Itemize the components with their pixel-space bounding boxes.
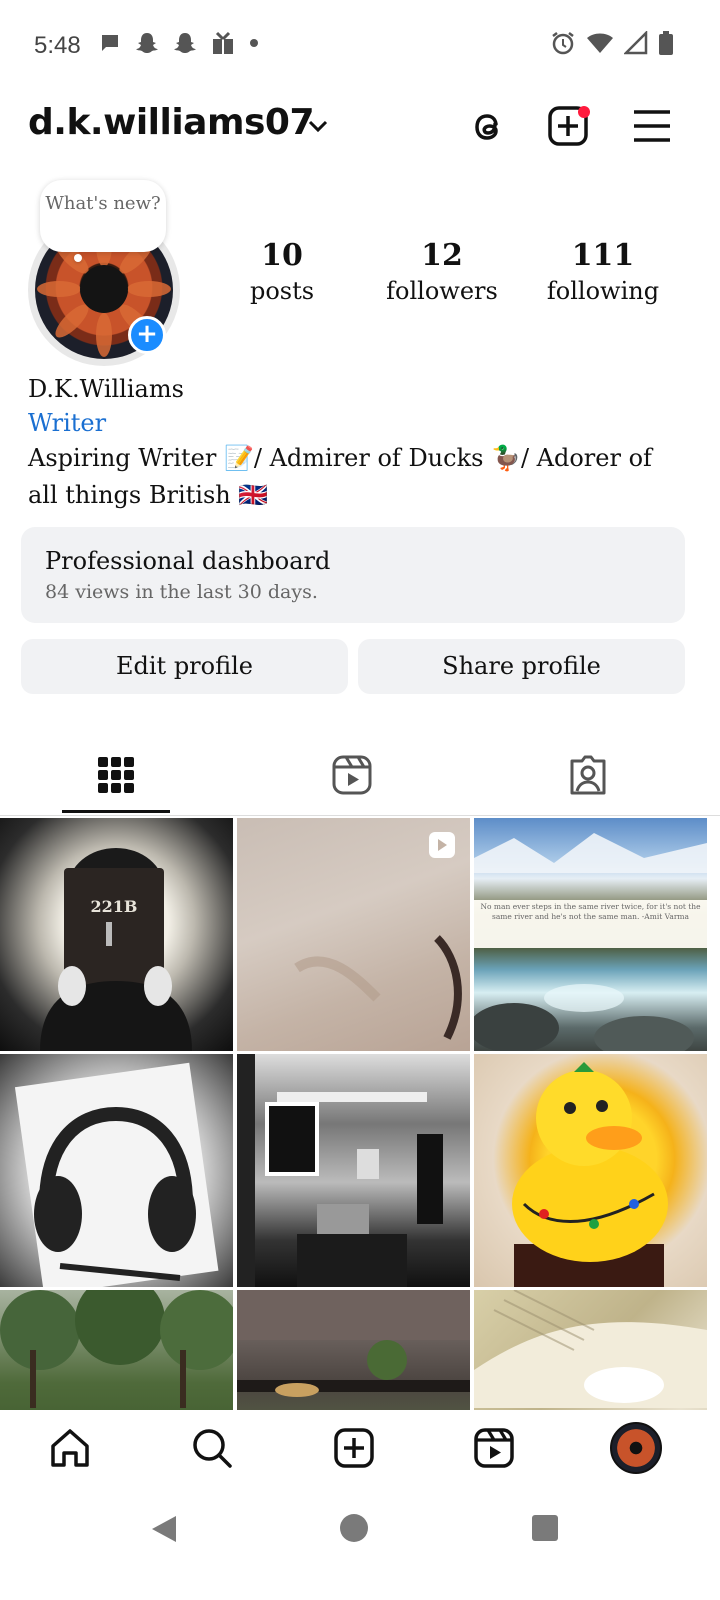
back-icon[interactable] [150,1514,180,1544]
status-time: 5:48 [34,32,81,59]
home-icon [51,1429,89,1467]
posts-grid: 221B No man ever steps in the same river… [0,818,720,1410]
post-thumbnail[interactable] [474,1054,707,1287]
posts-count: 10 [261,238,303,273]
snapchat-icon [174,33,196,53]
post-thumbnail[interactable] [237,818,470,1051]
tab-reels[interactable] [322,750,382,800]
plus-icon: + [136,319,158,349]
note-bubble[interactable]: What's new? [40,180,166,252]
system-status-icons [550,30,674,56]
dot-icon [250,39,258,47]
stat-posts[interactable]: 10 posts [212,238,352,305]
profile-header: d.k.williams07 [0,100,720,160]
active-tab-indicator [62,810,170,813]
status-bar: 5:48 [0,0,720,90]
post-thumbnail[interactable]: No man ever steps in the same river twic… [474,818,707,1051]
notification-icons [98,30,260,56]
reel-thumbnail-image [294,832,462,1040]
gift-icon [213,31,233,54]
post-thumbnail[interactable] [0,1290,233,1410]
search-icon [193,1429,232,1468]
recents-button[interactable] [532,1515,558,1541]
followers-count: 12 [421,238,463,273]
chevron-down-icon[interactable] [306,116,330,136]
edit-profile-button[interactable]: Edit profile [21,639,348,694]
post-thumbnail[interactable] [237,1054,470,1287]
reel-indicator-icon [429,832,455,858]
post-thumbnail[interactable]: 221B [0,818,233,1051]
book-portrait-image: 221B [40,848,192,1051]
tab-grid[interactable] [86,750,146,800]
post-text: No man ever steps in the same river twic… [480,902,701,921]
dashboard-title: Professional dashboard [45,547,331,575]
river-quote-image: No man ever steps in the same river twic… [474,833,707,1051]
bio-section: D.K.Williams Writer Aspiring Writer 📝/ A… [28,372,688,514]
share-profile-button[interactable]: Share profile [358,639,685,694]
reels-icon [332,755,372,795]
create-icon [334,1428,374,1468]
username[interactable]: d.k.williams07 [28,102,315,143]
nav-search[interactable] [188,1424,236,1472]
nav-profile-avatar[interactable] [610,1422,662,1474]
message-icon [102,35,118,51]
stat-following[interactable]: 111 following [533,238,673,305]
notification-dot [578,106,590,118]
battery-icon [659,31,673,55]
following-label: following [546,277,660,305]
followers-label: followers [386,277,498,305]
nav-home[interactable] [46,1424,94,1472]
dashboard-subtitle: 84 views in the last 30 days. [45,581,318,603]
headphones-image [14,1062,219,1287]
tagged-icon [570,755,606,795]
system-navigation [0,1486,720,1600]
note-bubble-tail [74,254,82,262]
trees-image [0,1290,233,1408]
window-view-image [237,1290,470,1397]
category-label: Writer [28,409,107,437]
menu-icon[interactable] [630,104,674,148]
tab-tagged[interactable] [558,750,618,800]
snapchat-icon [136,33,158,53]
display-name: D.K.Williams [28,375,184,403]
signal-icon [624,31,648,55]
bio-text: Aspiring Writer 📝/ Admirer of Ducks 🦆/ A… [28,444,652,509]
wifi-icon [587,33,613,53]
open-book-image [474,1290,707,1408]
post-thumbnail[interactable] [0,1054,233,1287]
post-thumbnail[interactable] [474,1290,707,1410]
post-thumbnail[interactable] [237,1290,470,1410]
posts-label: posts [249,277,315,305]
following-count: 111 [571,238,635,273]
professional-dashboard[interactable]: Professional dashboard 84 views in the l… [21,527,685,623]
alarm-icon [552,32,574,55]
desk-image [237,1054,443,1287]
home-button[interactable] [340,1514,368,1542]
bottom-navigation [0,1410,720,1486]
duck-toy-image [512,1062,668,1287]
post-text: 221B [91,897,138,916]
add-story-button[interactable]: + [128,316,166,354]
threads-icon[interactable] [466,104,510,148]
reels-icon [474,1428,514,1468]
nav-create[interactable] [330,1424,378,1472]
stat-followers[interactable]: 12 followers [372,238,512,305]
nav-reels[interactable] [470,1424,518,1472]
grid-icon [98,757,134,793]
profile-tabs [0,740,720,816]
